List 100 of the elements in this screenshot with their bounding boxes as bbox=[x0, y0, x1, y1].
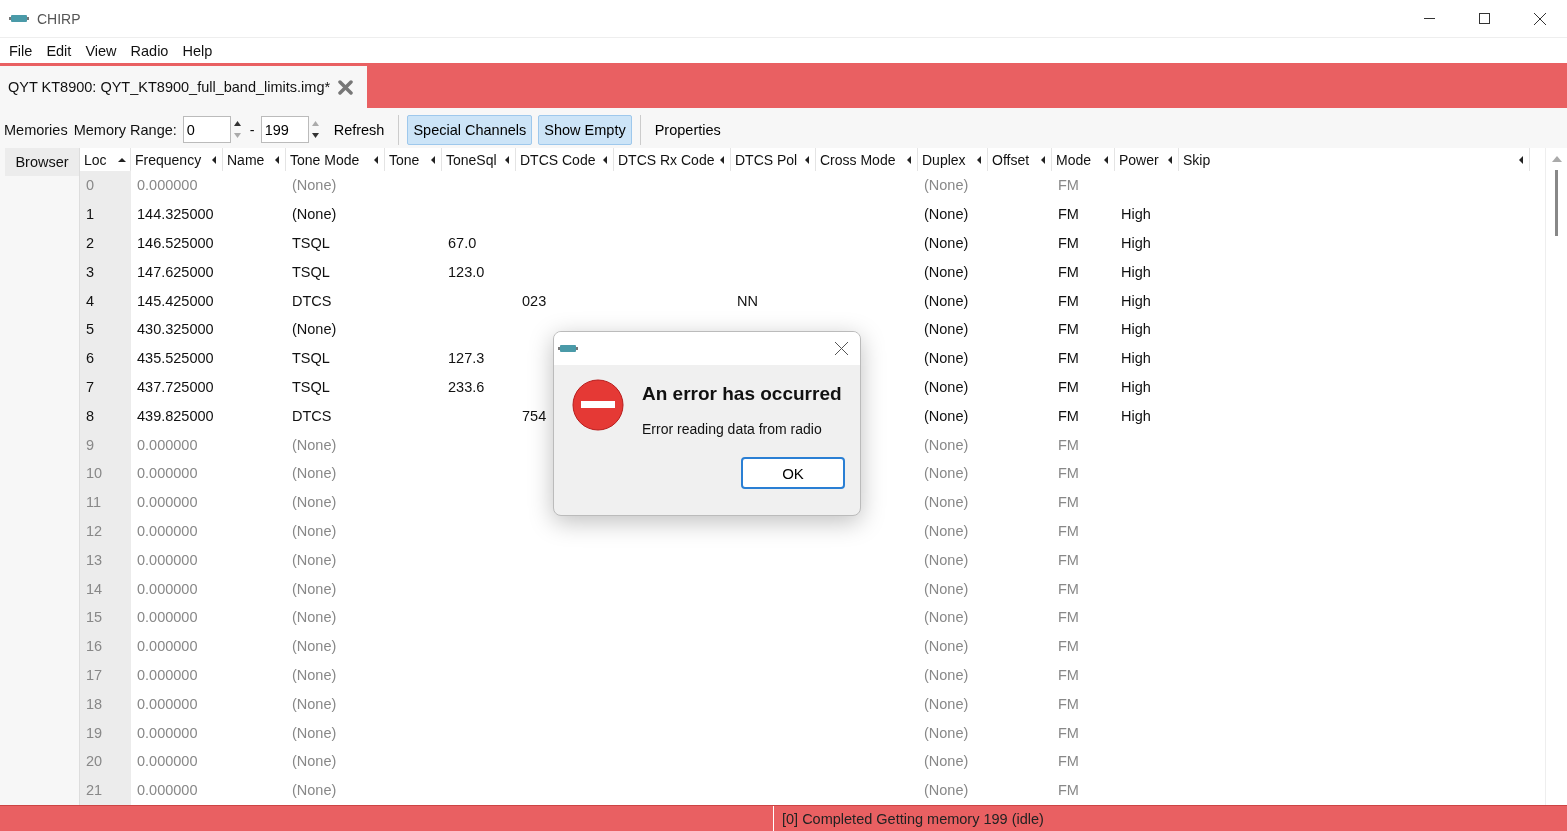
memories-label: Memories bbox=[4, 121, 68, 138]
table-cell-text: (None) bbox=[923, 291, 970, 311]
ok-button[interactable]: OK bbox=[741, 457, 845, 489]
table-cell-text: High bbox=[1120, 349, 1152, 369]
browser-tab[interactable]: Browser bbox=[5, 148, 79, 176]
range-end-field[interactable]: 199 bbox=[260, 116, 309, 143]
table-cell-text: 0.000000 bbox=[136, 723, 199, 743]
table-cell-text: 67.0 bbox=[447, 234, 478, 253]
column-header[interactable]: Power bbox=[1115, 148, 1179, 171]
sort-left-icon bbox=[1039, 155, 1047, 164]
menu-item[interactable]: Help bbox=[175, 42, 220, 59]
table-cell-text: FM bbox=[1057, 579, 1080, 599]
close-icon[interactable] bbox=[1533, 12, 1546, 25]
table-cell-text: TSQL bbox=[291, 349, 331, 369]
toggle-button[interactable]: Special Channels bbox=[407, 114, 533, 145]
properties-button[interactable]: Properties bbox=[648, 117, 727, 142]
table-cell-text: (None) bbox=[923, 205, 970, 225]
column-header[interactable]: Tone bbox=[385, 148, 442, 171]
table-cell-text: 123.0 bbox=[447, 262, 486, 282]
column-header[interactable]: DTCS Pol bbox=[731, 148, 816, 171]
table-cell-text: (None) bbox=[923, 550, 970, 570]
row-number: 8 bbox=[80, 401, 131, 431]
sort-left-icon bbox=[210, 155, 218, 164]
table-cell-text: FM bbox=[1057, 176, 1080, 196]
column-header[interactable]: Skip bbox=[1179, 148, 1530, 171]
table-cell-text: FM bbox=[1057, 291, 1080, 311]
table-cell-text: 145.425000 bbox=[136, 291, 215, 311]
table-cell-text: (None) bbox=[923, 723, 970, 743]
table-cell-text: (None) bbox=[291, 579, 338, 599]
table-cell-text: (None) bbox=[923, 464, 970, 484]
sort-left-icon bbox=[1102, 155, 1110, 164]
column-header[interactable]: DTCS Rx Code bbox=[614, 148, 731, 171]
column-header[interactable]: Cross Mode bbox=[816, 148, 918, 171]
table-cell-text: (None) bbox=[291, 608, 338, 628]
column-header[interactable]: Duplex bbox=[918, 148, 988, 171]
table-cell-text: FM bbox=[1057, 608, 1080, 628]
table-cell-text: 437.725000 bbox=[136, 377, 215, 397]
table-cell-text: TSQL bbox=[291, 262, 331, 282]
table-cell-text: FM bbox=[1057, 521, 1080, 541]
range-label: Memory Range: bbox=[73, 121, 177, 138]
table-cell-text: 439.825000 bbox=[136, 406, 215, 426]
table-cell-text: (None) bbox=[923, 521, 970, 541]
file-tab[interactable]: QYT KT8900: QYT_KT8900_full_band_limits.img* bbox=[0, 66, 368, 108]
row-number: 5 bbox=[80, 315, 131, 344]
column-header[interactable]: Tone Mode bbox=[286, 148, 385, 171]
table-cell-text: (None) bbox=[291, 781, 338, 801]
table-cell-text: 146.525000 bbox=[136, 234, 215, 253]
column-header[interactable]: ToneSql bbox=[442, 148, 516, 171]
table-cell-text: TSQL bbox=[291, 234, 331, 253]
menu-item[interactable]: Edit bbox=[39, 42, 79, 59]
table-cell-text: High bbox=[1120, 291, 1152, 311]
sort-left-icon bbox=[273, 155, 281, 164]
column-header[interactable]: DTCS Code bbox=[516, 148, 614, 171]
table-cell-text: FM bbox=[1057, 723, 1080, 743]
range-separator: - bbox=[249, 121, 255, 138]
minimize-icon[interactable] bbox=[1424, 17, 1435, 20]
row-number: 10 bbox=[80, 458, 131, 488]
table-cell-text: (None) bbox=[291, 205, 338, 225]
column-header[interactable]: Mode bbox=[1052, 148, 1115, 171]
menu-item[interactable]: View bbox=[78, 42, 124, 59]
row-number: 20 bbox=[80, 746, 131, 776]
menu-item[interactable]: File bbox=[2, 42, 40, 59]
table-cell-text: (None) bbox=[923, 176, 970, 196]
row-number: 15 bbox=[80, 602, 131, 632]
column-header[interactable]: Frequency bbox=[131, 148, 223, 171]
row-number: 7 bbox=[80, 372, 131, 402]
toggle-button[interactable]: Show Empty bbox=[538, 114, 632, 145]
table-cell-text: FM bbox=[1057, 205, 1080, 225]
row-number: 12 bbox=[80, 516, 131, 546]
table-cell-text: (None) bbox=[923, 781, 970, 801]
table-cell-text: (None) bbox=[923, 234, 970, 253]
table-cell-text: (None) bbox=[923, 637, 970, 657]
table-cell-text: (None) bbox=[291, 435, 338, 455]
row-number: 1 bbox=[80, 199, 131, 229]
table-cell-text: High bbox=[1120, 205, 1152, 225]
maximize-icon[interactable] bbox=[1479, 13, 1490, 24]
table-cell-text: 233.6 bbox=[447, 377, 486, 397]
row-number: 16 bbox=[80, 631, 131, 661]
refresh-button[interactable]: Refresh bbox=[327, 117, 391, 142]
table-cell-text: FM bbox=[1057, 262, 1080, 282]
table-cell-text: FM bbox=[1057, 320, 1080, 340]
app-icon bbox=[9, 14, 29, 23]
table-cell-text: High bbox=[1120, 320, 1152, 340]
column-header[interactable]: Name bbox=[223, 148, 286, 171]
table-cell-text: 0.000000 bbox=[136, 781, 199, 801]
table-cell-text: (None) bbox=[291, 723, 338, 743]
range-start-field[interactable]: 0 bbox=[182, 116, 231, 143]
table-cell-text: (None) bbox=[923, 579, 970, 599]
close-icon[interactable] bbox=[835, 342, 848, 355]
table-cell-text: (None) bbox=[291, 665, 338, 685]
menu-item[interactable]: Radio bbox=[123, 42, 176, 59]
sort-left-icon bbox=[1517, 155, 1525, 164]
table-cell-text: 0.000000 bbox=[136, 579, 199, 599]
sort-left-icon bbox=[905, 155, 913, 164]
table-cell-text: FM bbox=[1057, 550, 1080, 570]
sort-left-icon bbox=[803, 155, 811, 164]
column-header[interactable]: Offset bbox=[988, 148, 1052, 171]
table-cell-text: FM bbox=[1057, 349, 1080, 369]
table-cell-text: (None) bbox=[923, 435, 970, 455]
sort-left-icon bbox=[718, 155, 726, 164]
